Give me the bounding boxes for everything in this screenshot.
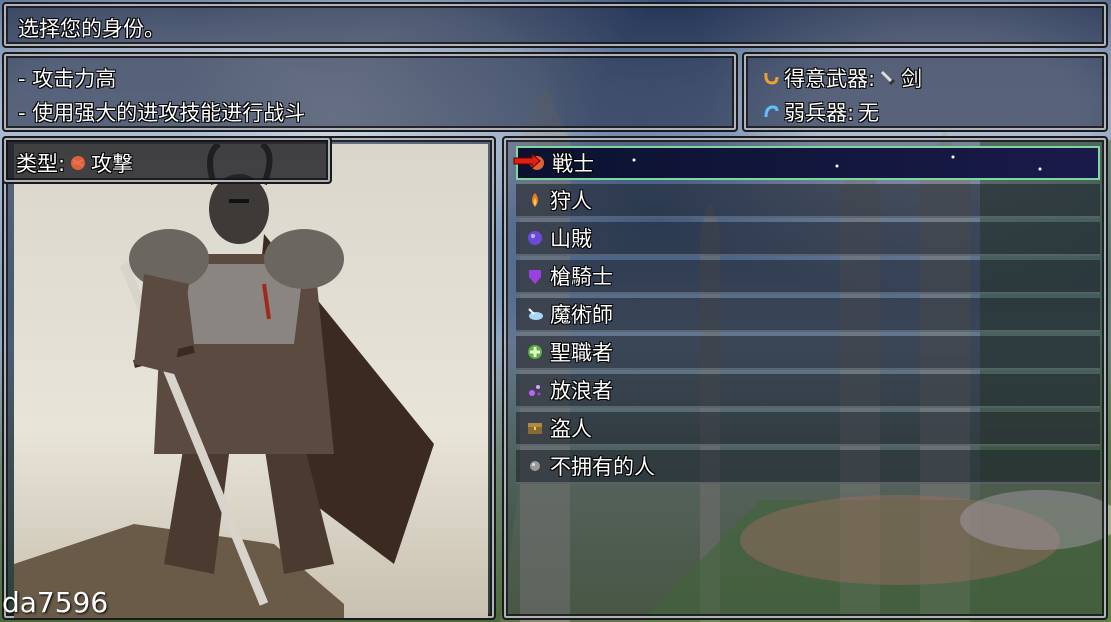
- list-item-warrior[interactable]: 戦士: [516, 146, 1100, 180]
- fist-icon: [71, 156, 86, 170]
- favored-weapon-value: 剑: [901, 67, 923, 91]
- purple-orb-icon: [528, 231, 542, 245]
- favored-weapon-label: 得意武器:: [784, 67, 876, 91]
- class-label: 不拥有的人: [550, 455, 655, 479]
- weak-weapon-row: 弱兵器: 无: [762, 97, 879, 127]
- description-line-2: - 使用强大的进攻技能进行战斗: [18, 101, 306, 125]
- class-label: 戦士: [552, 152, 594, 176]
- class-type-value: 攻撃: [91, 152, 134, 176]
- class-label: 放浪者: [550, 379, 613, 403]
- class-description-window: - 攻击力高 - 使用强大的进攻技能进行战斗: [2, 52, 738, 132]
- favored-weapon-row: 得意武器: 剑: [762, 63, 922, 93]
- list-item-no-class[interactable]: 不拥有的人: [516, 450, 1100, 484]
- purple-sparkle-icon: [529, 385, 541, 396]
- list-item-lancer[interactable]: 槍騎士: [516, 260, 1100, 294]
- treasure-chest-icon: [528, 423, 542, 434]
- class-label: 狩人: [550, 189, 592, 213]
- list-item-cleric[interactable]: 聖職者: [516, 336, 1100, 370]
- description-line-1: - 攻击力高: [18, 67, 117, 91]
- weak-weapon-label: 弱兵器:: [784, 101, 855, 125]
- class-label: 槍騎士: [550, 265, 613, 289]
- weapon-info-window: 得意武器: 剑 弱兵器: 无: [742, 52, 1108, 132]
- gray-orb-icon: [530, 461, 540, 471]
- class-type-row: 类型: 攻撃: [16, 148, 133, 178]
- hand-cursor-icon: [513, 152, 541, 170]
- orange-hook-icon: [764, 72, 779, 85]
- class-label: 山賊: [550, 227, 592, 251]
- list-item-bandit[interactable]: 山賊: [516, 222, 1100, 256]
- magic-cloud-icon: [528, 308, 543, 320]
- warrior-portrait: [14, 144, 488, 618]
- sword-icon: [881, 70, 896, 86]
- blue-hook-icon: [764, 105, 779, 118]
- class-type-window: 类型: 攻撃: [2, 136, 332, 184]
- green-cross-icon: [528, 345, 542, 359]
- class-label: 盗人: [550, 417, 592, 441]
- list-item-mage[interactable]: 魔術師: [516, 298, 1100, 332]
- portrait-window: [2, 136, 496, 620]
- class-list-window: 戦士 狩人 山賊 槍騎士 魔術師 聖職者 放浪者 盗人 不拥有的人: [502, 136, 1108, 620]
- list-item-hunter[interactable]: 狩人: [516, 184, 1100, 218]
- class-type-label: 类型:: [16, 152, 66, 176]
- list-item-wanderer[interactable]: 放浪者: [516, 374, 1100, 408]
- purple-shield-icon: [529, 270, 541, 284]
- help-window: 选择您的身份。: [2, 2, 1108, 48]
- class-label: 聖職者: [550, 341, 613, 365]
- weak-weapon-value: 无: [858, 101, 880, 125]
- list-item-thief[interactable]: 盗人: [516, 412, 1100, 446]
- class-label: 魔術師: [550, 303, 613, 327]
- flame-icon: [532, 193, 538, 207]
- help-text: 选择您的身份。: [18, 17, 165, 41]
- watermark-text: da7596: [2, 586, 109, 619]
